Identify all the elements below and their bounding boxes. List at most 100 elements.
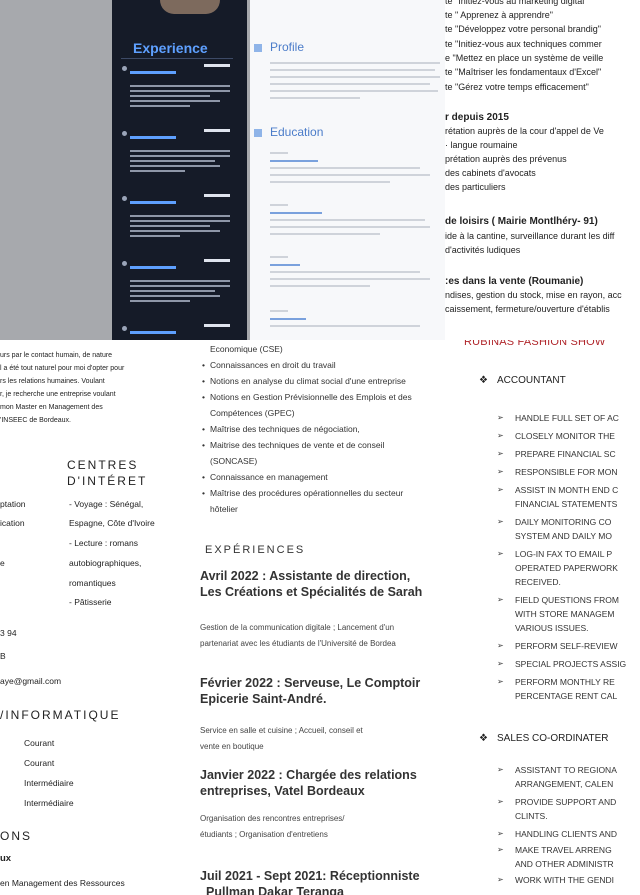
job-line: prétation auprès des prévenus — [445, 154, 567, 164]
experience-heading: Experience — [133, 40, 208, 56]
profile-heading: Profile — [270, 40, 305, 54]
job-line: caissement, fermeture/ouverture d'établi… — [445, 304, 610, 314]
duty-item: PERCENTAGE RENT CAL — [515, 691, 618, 701]
training-line: te " Apprenez à apprendre" — [445, 10, 553, 20]
computing-heading: /INFORMATIQUE — [0, 708, 121, 722]
skill-item: (SONCASE) — [210, 456, 258, 466]
job-description: Service en salle et cuisine ; Accueil, c… — [200, 726, 363, 735]
role-heading: SALES CO-ORDINATER — [479, 733, 608, 744]
quality-fragment: ication — [0, 518, 25, 528]
duty-item: LOG-IN FAX TO EMAIL P — [497, 549, 612, 559]
training-line: te "Gérez votre temps efficacement" — [445, 82, 589, 92]
skill-item: Maîtrise des techniques de négociation, — [202, 424, 360, 434]
cv-left-column: urs par le contact humain, de nature l a… — [0, 340, 200, 895]
duty-item: OPERATED PAPERWORK — [515, 563, 618, 573]
timeline-dot — [122, 196, 127, 201]
intro-line: 'INSEEC de Bordeaux. — [0, 417, 71, 424]
job-title: Pullman Dakar Teranga — [206, 885, 345, 895]
duty-item: CLOSELY MONITOR THE — [497, 431, 615, 441]
contact-fragment: B — [0, 651, 6, 661]
duty-item: PROVIDE SUPPORT AND — [497, 797, 616, 807]
skill-item: Notions en Gestion Prévisionnelle des Em… — [202, 392, 412, 402]
interests-heading: CENTRES — [67, 458, 139, 472]
training-line: te "Développez votre personal brandig" — [445, 24, 601, 34]
intro-line: l a été tout naturel pour moi d'opter po… — [0, 365, 125, 372]
interest-line: autobiographiques, — [69, 558, 142, 568]
training-line: e "Mettez en place un système de veille — [445, 53, 604, 63]
duty-item: VARIOUS ISSUES. — [515, 623, 589, 633]
job-title: Epicerie Saint-André. — [200, 692, 327, 706]
section-title: r depuis 2015 — [445, 112, 509, 123]
job-description: partenariat avec les étudiants de l'Univ… — [200, 639, 396, 648]
training-line: te "Initiez-vous aux techniques commer — [445, 39, 602, 49]
job-title: Avril 2022 : Assistante de direction, — [200, 569, 411, 583]
skill-level: Courant — [24, 758, 55, 768]
skill-item: Compétences (GPEC) — [210, 408, 295, 418]
duty-item: ASSISTANT TO REGIONA — [497, 765, 617, 775]
job-block — [130, 194, 230, 240]
timeline-dot — [122, 326, 127, 331]
interests-heading: D'INTÉRET — [67, 474, 148, 488]
interest-line: romantiques — [69, 578, 116, 588]
job-block — [130, 259, 230, 305]
duty-item: RESPONSIBLE FOR MON — [497, 467, 617, 477]
job-line: des particuliers — [445, 182, 506, 192]
duty-item: ASSIST IN MONTH END C — [497, 485, 618, 495]
cv-thumbnail-light: Profile Education — [250, 0, 445, 340]
skill-item: Maîtrise des procédures opérationnelles … — [202, 488, 403, 498]
profile-photo — [160, 0, 220, 14]
company-heading: RUBINAS FASHION SHOW — [464, 340, 606, 348]
duty-item: DAILY MONITORING CO — [497, 517, 611, 527]
duty-item: PERFORM MONTHLY RE — [497, 677, 615, 687]
duty-item: HANDLING CLIENTS AND — [497, 829, 617, 839]
interest-line: - Lecture : romans — [69, 538, 138, 548]
duty-item: WORK WITH THE GENDI — [497, 875, 614, 885]
job-line: d'activités ludiques — [445, 245, 521, 255]
job-line: ide à la cantine, surveillance durant le… — [445, 231, 615, 241]
duty-item: FIELD QUESTIONS FROM — [497, 595, 619, 605]
skill-level: Intermédiaire — [24, 798, 74, 808]
role-heading: ACCOUNTANT — [479, 375, 566, 386]
intro-line: rs les relations humaines. Voulant — [0, 378, 105, 385]
degree-line: en Management des Ressources — [0, 878, 125, 888]
section-title: de loisirs ( Mairie Montlhéry- 91) — [445, 216, 598, 227]
job-title: Janvier 2022 : Chargée des relations — [200, 768, 417, 782]
duty-item: ARRANGEMENT, CALEN — [515, 779, 614, 789]
job-title: Février 2022 : Serveuse, Le Comptoir — [200, 676, 421, 690]
job-line: des cabinets d'avocats — [445, 168, 536, 178]
skill-item: hôtelier — [210, 504, 238, 514]
job-description: vente en boutique — [200, 742, 264, 751]
job-description: Gestion de la communication digitale ; L… — [200, 623, 395, 632]
duty-item: FINANCIAL STATEMENTS — [515, 499, 618, 509]
cv-english-fragment: RUBINAS FASHION SHOW ACCOUNTANT HANDLE F… — [452, 340, 640, 895]
intro-line: mon Master en Management des — [0, 404, 103, 411]
duty-item: AND OTHER ADMINISTR — [515, 859, 614, 869]
duty-item: SYSTEM AND DAILY MO — [515, 531, 612, 541]
divider — [121, 58, 233, 59]
education-icon — [254, 129, 262, 137]
duty-item: PREPARE FINANCIAL SC — [497, 449, 616, 459]
skill-level: Courant — [24, 738, 55, 748]
job-line: rétation auprès de la cour d'appel de Ve — [445, 126, 604, 136]
job-block — [130, 324, 230, 340]
job-line: · langue roumaine — [445, 140, 518, 150]
education-heading: Education — [270, 125, 324, 139]
job-description: étudiants ; Organisation d'entretiens — [200, 830, 328, 839]
experiences-heading: EXPÉRIENCES — [205, 544, 306, 556]
cv-french-fragment: te "Initiez-vous au marketing digital" t… — [445, 0, 640, 340]
job-title: entreprises, Vatel Bordeaux — [200, 784, 365, 798]
interest-line: Espagne, Côte d'Ivoire — [69, 518, 155, 528]
training-line: te "Initiez-vous au marketing digital" — [445, 0, 588, 6]
skill-item: Economique (CSE) — [210, 344, 283, 354]
skill-level: Intermédiaire — [24, 778, 74, 788]
interest-line: - Pâtisserie — [69, 597, 112, 607]
duty-item: HANDLE FULL SET OF AC — [497, 413, 619, 423]
timeline-dot — [122, 131, 127, 136]
job-title: Juil 2021 - Sept 2021: Réceptionniste — [200, 869, 420, 883]
email-fragment: aye@gmail.com — [0, 676, 62, 686]
quality-fragment: ptation — [0, 499, 26, 509]
education-heading: ONS — [0, 829, 33, 843]
cv-thumbnail-dark: Experience — [0, 0, 250, 340]
timeline-dot — [122, 261, 127, 266]
profile-icon — [254, 44, 262, 52]
